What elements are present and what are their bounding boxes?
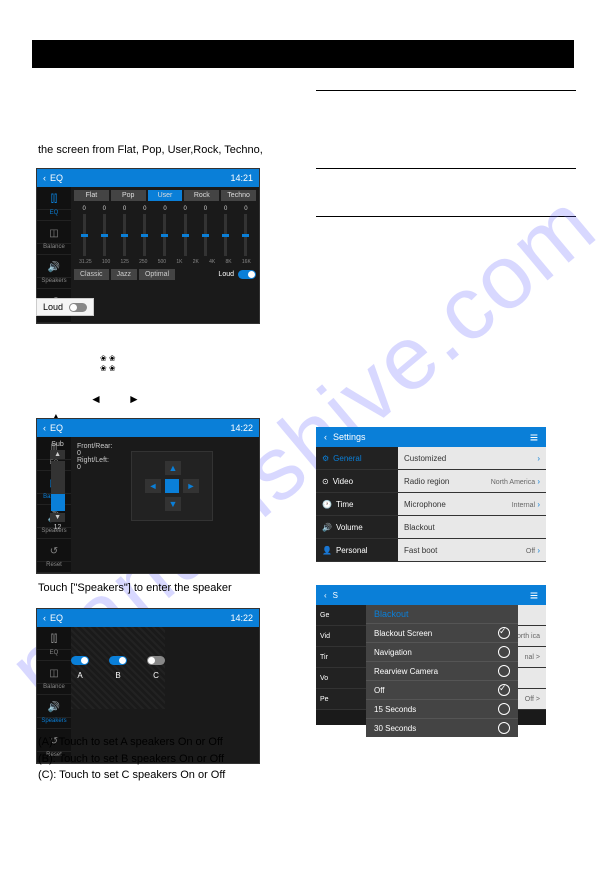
eq-slider[interactable]: 0	[121, 206, 129, 256]
intro-text: the screen from Flat, Pop, User,Rock, Te…	[38, 144, 263, 156]
right-left-value: Right/Left: 0	[77, 457, 109, 471]
preset-techno[interactable]: Techno	[221, 190, 256, 201]
back-button[interactable]: ‹ EQ	[43, 173, 63, 183]
sub-control[interactable]: Sub ▲ ▼ 12	[50, 441, 65, 531]
sidebar-speakers[interactable]: 🔊Speakers	[37, 695, 71, 729]
preset-user[interactable]: User	[148, 190, 183, 201]
eq-slider[interactable]: 0	[161, 206, 169, 256]
front-rear-value: Front/Rear: 0	[77, 443, 112, 457]
settings-screenshot: ‹ Settings ≡ ⚙GeneralCustomized›⊙VideoRa…	[316, 427, 546, 562]
preset-pop[interactable]: Pop	[111, 190, 146, 201]
loud-external-toggle[interactable]: Loud	[36, 298, 94, 316]
arrow-up-button[interactable]: ▲	[165, 461, 181, 475]
speaker-b-toggle[interactable]	[109, 656, 127, 665]
back-button[interactable]: ‹ EQ	[43, 423, 63, 433]
sidebar-balance[interactable]: ◫Balance	[37, 221, 71, 255]
clock-text: 14:22	[230, 423, 253, 433]
genre-jazz[interactable]: Jazz	[111, 269, 137, 280]
top-black-bar	[32, 40, 574, 68]
clock-text: 14:21	[230, 173, 253, 183]
divider	[316, 216, 576, 217]
balance-center[interactable]	[165, 479, 179, 493]
preset-rock[interactable]: Rock	[184, 190, 219, 201]
blackout-option[interactable]: Blackout Screen	[366, 623, 518, 642]
divider	[316, 90, 576, 91]
eq-slider[interactable]: 0	[201, 206, 209, 256]
settings-row-video[interactable]: ⊙VideoRadio regionNorth America ›	[316, 470, 546, 493]
eq-slider[interactable]: 0	[242, 206, 250, 256]
eq-slider[interactable]: 0	[80, 206, 88, 256]
settings-row-time[interactable]: 🕐TimeMicrophoneInternal ›	[316, 493, 546, 516]
chevron-left-icon: ‹	[43, 423, 46, 433]
blackout-option[interactable]: 30 Seconds	[366, 718, 518, 737]
speaker-a-toggle[interactable]	[71, 656, 89, 665]
blackout-popup-title: Blackout	[366, 605, 518, 623]
sidebar-eq[interactable]: ⫿⫿EQ	[37, 187, 71, 221]
eq-slider[interactable]: 0	[100, 206, 108, 256]
blackout-option[interactable]: 15 Seconds	[366, 699, 518, 718]
speaker-c-toggle[interactable]	[147, 656, 165, 665]
settings-title: Settings	[333, 432, 366, 442]
blackout-option[interactable]: Rearview Camera	[366, 661, 518, 680]
speakers-instruction: Touch ["Speakers"] to enter the speaker	[38, 580, 232, 597]
arrow-left-button[interactable]: ◄	[145, 479, 161, 493]
chevron-left-icon: ‹	[43, 613, 46, 623]
genre-classic[interactable]: Classic	[74, 269, 109, 280]
sidebar-speakers[interactable]: 🔊Speakers	[37, 255, 71, 289]
toggle-off	[69, 303, 87, 312]
chevron-left-icon[interactable]: ‹	[324, 432, 327, 442]
menu-icon[interactable]: ≡	[530, 587, 538, 603]
balance-pad[interactable]: ▲ ▼ ◄ ►	[131, 451, 213, 521]
loud-toggle[interactable]	[238, 270, 256, 279]
settings-row-volume[interactable]: 🔊VolumeBlackout	[316, 516, 546, 539]
sidebar-reset[interactable]: ↺Reset	[37, 539, 71, 573]
sidebar-balance[interactable]: ◫Balance	[37, 661, 71, 695]
chevron-left-icon[interactable]: ‹	[324, 591, 327, 600]
decorative-pattern: ❀ ❀❀ ❀	[100, 354, 116, 373]
divider	[316, 168, 576, 169]
loud-label: Loud	[218, 271, 234, 278]
arrow-right-icon: ►	[128, 392, 140, 406]
menu-icon[interactable]: ≡	[530, 429, 538, 445]
arrow-right-button[interactable]: ►	[183, 479, 199, 493]
blackout-option[interactable]: Off	[366, 680, 518, 699]
eq-screenshot-balance: ‹ EQ 14:22 ⫿⫿EQ ◫Balance 🔊Speakers ↺Rese…	[36, 418, 260, 574]
back-button[interactable]: ‹ EQ	[43, 613, 63, 623]
eq-slider[interactable]: 0	[222, 206, 230, 256]
arrow-left-icon: ◄	[90, 392, 102, 406]
settings-row-general[interactable]: ⚙GeneralCustomized›	[316, 447, 546, 470]
eq-slider[interactable]: 0	[181, 206, 189, 256]
blackout-option[interactable]: Navigation	[366, 642, 518, 661]
clock-text: 14:22	[230, 613, 253, 623]
eq-slider[interactable]: 0	[141, 206, 149, 256]
genre-optimal[interactable]: Optimal	[139, 269, 175, 280]
blackout-screenshot: ‹ S ≡ GeVidorth icaTirnal >VoPeOff > Bla…	[316, 585, 546, 725]
chevron-left-icon: ‹	[43, 173, 46, 183]
settings-row-personal[interactable]: 👤PersonalFast bootOff ›	[316, 539, 546, 562]
sidebar-eq[interactable]: ⫿⫿EQ	[37, 627, 71, 661]
preset-flat[interactable]: Flat	[74, 190, 109, 201]
abc-descriptions: (A): Touch to set A speakers On or Off (…	[38, 734, 225, 784]
arrow-down-button[interactable]: ▼	[165, 497, 181, 511]
